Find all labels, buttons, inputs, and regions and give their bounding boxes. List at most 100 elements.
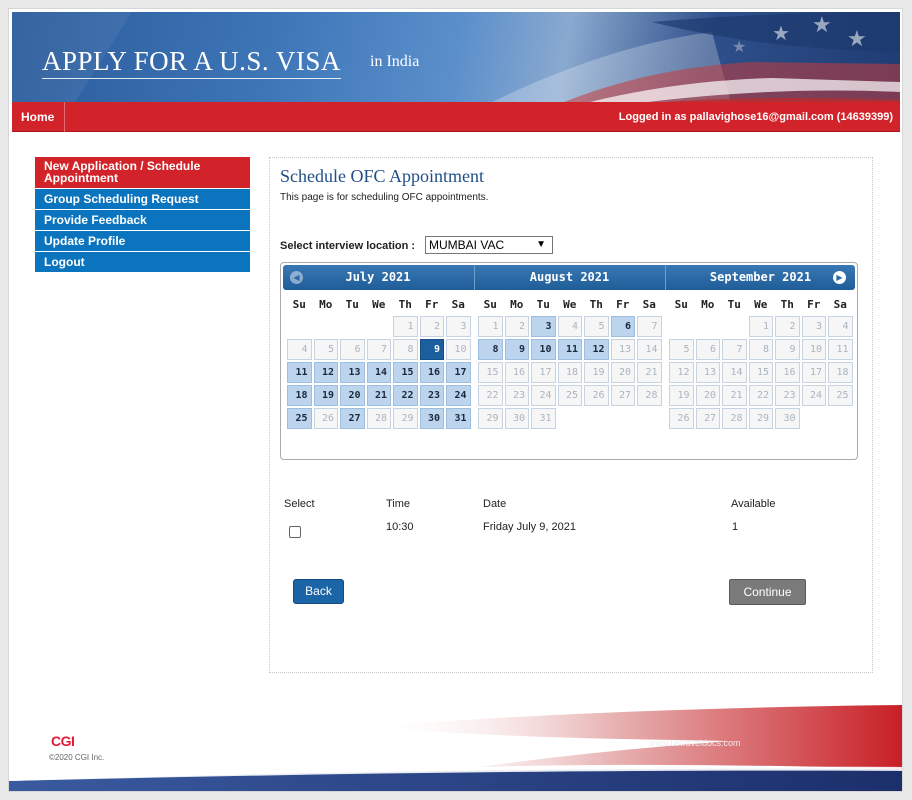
weekday-label: Su bbox=[483, 298, 497, 311]
weekday-label: Mo bbox=[319, 298, 333, 311]
calendar-day-available[interactable]: 23 bbox=[419, 385, 444, 406]
sidebar-item-logout[interactable]: Logout bbox=[35, 252, 250, 273]
calendar-day-unavailable: 5 bbox=[313, 339, 338, 360]
calendar-day-unavailable: 1 bbox=[478, 316, 503, 337]
logged-in-text: Logged in as pallavighose16@gmail.com (1… bbox=[618, 111, 893, 123]
calendar-day-available[interactable]: 19 bbox=[313, 385, 338, 406]
location-selected-value: MUMBAI VAC bbox=[429, 238, 505, 252]
sidebar-item-group-scheduling[interactable]: Group Scheduling Request bbox=[35, 189, 250, 210]
calendar-day-unavailable: 7 bbox=[366, 339, 391, 360]
calendar-day-unavailable: 3 bbox=[801, 316, 826, 337]
weekday-label: Mo bbox=[701, 298, 715, 311]
weekday-label: We bbox=[754, 298, 768, 311]
calendar-day-unavailable: 7 bbox=[722, 339, 747, 360]
calendar-day-available[interactable]: 15 bbox=[393, 362, 418, 383]
weekday-label: We bbox=[372, 298, 386, 311]
calendar-week-row: 11 12 13 14 15 16 17 bbox=[286, 361, 473, 384]
svg-text:★: ★ bbox=[812, 13, 832, 38]
svg-text:★: ★ bbox=[732, 37, 746, 56]
copyright-text: ©2020 CGI Inc. bbox=[49, 753, 105, 762]
banner-subtitle: in India bbox=[370, 53, 420, 70]
calendar-day-unavailable: 19 bbox=[584, 362, 609, 383]
calendar-day-unavailable: 27 bbox=[610, 385, 635, 406]
calendar-day-available[interactable]: 3 bbox=[531, 316, 556, 337]
calendar-day-unavailable: 7 bbox=[637, 316, 662, 337]
calendar-day-available[interactable]: 16 bbox=[419, 362, 444, 383]
calendar-day-unavailable: 21 bbox=[637, 362, 662, 383]
calendar-day-unavailable: 17 bbox=[531, 362, 556, 383]
weekday-label: Th bbox=[589, 298, 603, 311]
calendar-day-unavailable: 29 bbox=[748, 408, 773, 429]
calendar-day-unavailable: 22 bbox=[748, 385, 773, 406]
sidebar-item-feedback[interactable]: Provide Feedback bbox=[35, 210, 250, 231]
month-grid-july: Su Mo Tu We Th Fr Sa 1 2 3 4 5 6 7 8 9 10 11 12 13 14 15 16 17 1… bbox=[286, 295, 473, 430]
calendar-day-unavailable: 10 bbox=[446, 339, 471, 360]
weekday-header-row: Su Mo Tu We Th Fr Sa bbox=[668, 295, 855, 315]
svg-text:★: ★ bbox=[847, 27, 867, 52]
sidebar-item-update-profile[interactable]: Update Profile bbox=[35, 231, 250, 252]
chevron-right-circle-icon[interactable]: ▶ bbox=[833, 271, 846, 284]
weekday-label: Fr bbox=[616, 298, 630, 311]
sidebar-item-new-application[interactable]: New Application / Schedule Appointment bbox=[35, 157, 250, 189]
calendar-day-available[interactable]: 9 bbox=[504, 339, 529, 360]
calendar-day-available[interactable]: 12 bbox=[313, 362, 338, 383]
calendar-day-unavailable: 6 bbox=[340, 339, 365, 360]
calendar-day-unavailable: 19 bbox=[669, 385, 694, 406]
main-content: Schedule OFC Appointment This page is fo… bbox=[269, 157, 873, 673]
sidebar-menu: New Application / Schedule Appointment G… bbox=[35, 157, 250, 273]
weekday-label: Sa bbox=[833, 298, 847, 311]
calendar-day-unavailable: 26 bbox=[669, 408, 694, 429]
calendar-day-unavailable: 13 bbox=[695, 362, 720, 383]
calendar-day-available[interactable]: 8 bbox=[478, 339, 503, 360]
cgi-logo: CGI bbox=[51, 733, 75, 749]
location-select[interactable]: MUMBAI VAC ▼ bbox=[425, 236, 553, 254]
slot-checkbox[interactable] bbox=[289, 526, 301, 538]
header-select: Select bbox=[284, 498, 315, 510]
calendar-day-unavailable: 6 bbox=[695, 339, 720, 360]
weekday-label: Th bbox=[780, 298, 794, 311]
calendar-day-unavailable: 14 bbox=[637, 339, 662, 360]
continue-button[interactable]: Continue bbox=[729, 579, 806, 605]
calendar-day-unavailable: 31 bbox=[531, 408, 556, 429]
calendar-day-unavailable: 12 bbox=[669, 362, 694, 383]
calendar-day-unavailable: 24 bbox=[801, 385, 826, 406]
calendar-day-unavailable: 2 bbox=[419, 316, 444, 337]
calendar-day-unavailable: 13 bbox=[610, 339, 635, 360]
calendar-week-row: 18 19 20 21 22 23 24 bbox=[286, 384, 473, 407]
calendar-day-unavailable: 5 bbox=[669, 339, 694, 360]
calendar-header: ◀ July 2021 August 2021 September 2021 ▶ bbox=[283, 265, 855, 290]
calendar-day-available[interactable]: 24 bbox=[446, 385, 471, 406]
calendar-week-row: 26 27 28 29 30 bbox=[668, 407, 855, 430]
calendar-day-unavailable: 2 bbox=[504, 316, 529, 337]
calendar-day-available[interactable]: 27 bbox=[340, 408, 365, 429]
calendar-day-available[interactable]: 30 bbox=[419, 408, 444, 429]
calendar-week-row: 8 9 10 11 12 13 14 bbox=[477, 338, 664, 361]
month-title-august: August 2021 bbox=[474, 265, 664, 290]
calendar-day-selected[interactable]: 9 bbox=[419, 339, 444, 360]
calendar-week-row: 25 26 27 28 29 30 31 bbox=[286, 407, 473, 430]
chevron-down-icon: ▼ bbox=[536, 239, 546, 250]
calendar-day-available[interactable]: 31 bbox=[446, 408, 471, 429]
appointment-calendar: ◀ July 2021 August 2021 September 2021 ▶… bbox=[280, 262, 858, 460]
calendar-day-unavailable: 26 bbox=[584, 385, 609, 406]
calendar-day-available[interactable]: 17 bbox=[446, 362, 471, 383]
calendar-day-available[interactable]: 10 bbox=[531, 339, 556, 360]
calendar-day-unavailable: 30 bbox=[775, 408, 800, 429]
calendar-day-available[interactable]: 11 bbox=[557, 339, 582, 360]
home-link[interactable]: Home bbox=[12, 102, 66, 132]
calendar-day-available[interactable]: 14 bbox=[366, 362, 391, 383]
calendar-week-row: 29 30 31 bbox=[477, 407, 664, 430]
calendar-day-available[interactable]: 22 bbox=[393, 385, 418, 406]
calendar-day-available[interactable]: 6 bbox=[610, 316, 635, 337]
calendar-day-unavailable: 21 bbox=[722, 385, 747, 406]
back-button[interactable]: Back bbox=[293, 579, 344, 604]
calendar-day-available[interactable]: 18 bbox=[287, 385, 312, 406]
footer-url: www.ustraveldocs.com bbox=[649, 738, 741, 748]
calendar-day-available[interactable]: 20 bbox=[340, 385, 365, 406]
calendar-day-available[interactable]: 12 bbox=[584, 339, 609, 360]
calendar-day-available[interactable]: 11 bbox=[287, 362, 312, 383]
calendar-day-available[interactable]: 25 bbox=[287, 408, 312, 429]
calendar-day-available[interactable]: 21 bbox=[366, 385, 391, 406]
weekday-label: Su bbox=[292, 298, 306, 311]
calendar-day-available[interactable]: 13 bbox=[340, 362, 365, 383]
